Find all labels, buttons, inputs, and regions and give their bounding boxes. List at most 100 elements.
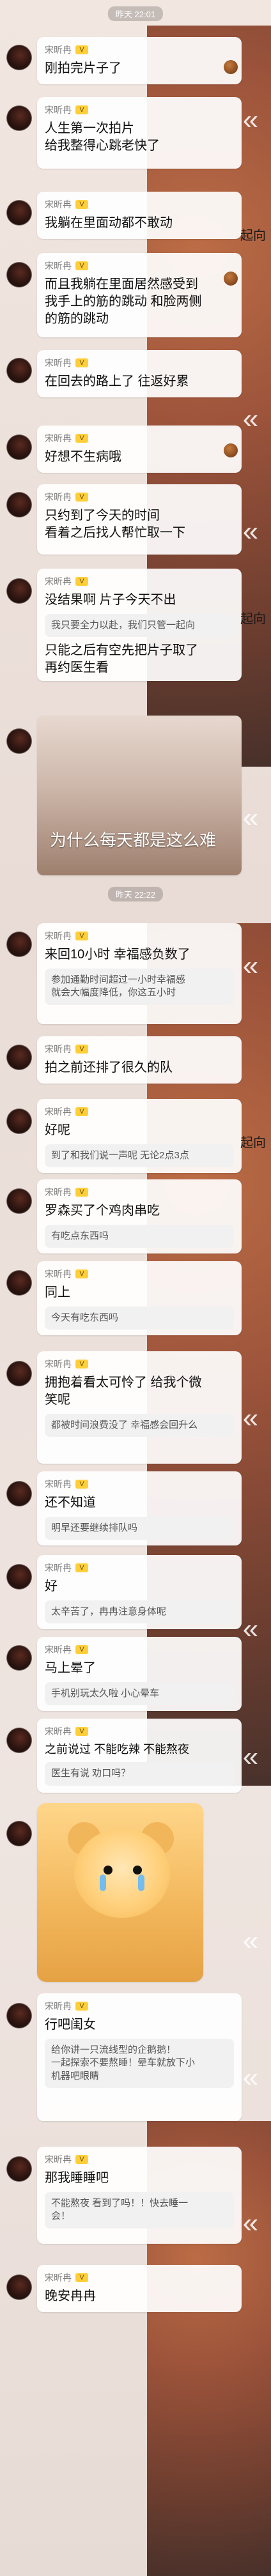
message-bubble[interactable]: 宋昕冉 V 那我睡睡吧 不能熬夜 看到了吗！！快去睡一 会！ [37,2147,242,2244]
message-bubble[interactable]: 宋昕冉 V 没结果啊 片子今天不出 我只要全力以赴，我们只管一起向 只能之后有空… [37,569,242,681]
avatar[interactable] [6,1108,32,1134]
avatar[interactable] [6,1045,32,1070]
message-text: 在回去的路上了 往返好累 [45,374,189,388]
avatar[interactable] [6,1564,32,1590]
avatar[interactable] [6,105,32,131]
message-bubble[interactable]: 宋昕冉 V 在回去的路上了 往返好累 [37,350,242,397]
quoted-reply[interactable]: 有吃点东西吗 [45,1225,234,1248]
sender-row: 宋昕冉 V [45,1043,234,1055]
avatar[interactable] [6,492,32,518]
sender-row: 宋昕冉 V [45,1358,234,1370]
message-bubble[interactable]: 宋昕冉 V 好呢 到了和我们说一声呢 无论2点3点 [37,1099,242,1173]
avatar[interactable] [6,1481,32,1506]
quoted-reply[interactable]: 参加通勤时间超过一小时幸福感 就会大幅度降低，你这五小时 [45,969,234,1005]
sender-name: 宋昕冉 [45,492,72,502]
sender-name: 宋昕冉 [45,1479,72,1489]
avatar[interactable] [6,358,32,383]
message-text: 晚安冉冉 [45,2289,96,2303]
sender-row: 宋昕冉 V [45,1186,234,1199]
avatar[interactable] [6,262,32,288]
quoted-reply[interactable]: 给你讲一只流线型的企鹅鹅！ 一起探索不要熬睡！晕车就放下小 机器吧眼睛 [45,2039,234,2088]
reply-button[interactable]: « [236,2209,265,2237]
avatar[interactable] [6,578,32,604]
level-badge: V [75,577,88,586]
message-text: 刚拍完片子了 [45,61,121,75]
avatar[interactable] [6,2003,32,2028]
avatar[interactable] [6,1361,32,1386]
image-caption: 为什么每天都是这么难 [50,831,217,850]
message-bubble[interactable]: 宋昕冉 V 拥抱着看太可怜了 给我个微 笑呢 都被时间浪费没了 幸福感会回升么 [37,1351,242,1464]
quoted-reply[interactable]: 医生有说 劝口吗？ [45,1762,234,1786]
sender-row: 宋昕冉 V [45,198,234,211]
sender-row: 宋昕冉 V [45,1105,234,1118]
avatar[interactable] [6,2274,32,2300]
reply-button[interactable]: « [236,804,265,832]
message-bubble[interactable]: 宋昕冉 V 行吧闺女 给你讲一只流线型的企鹅鹅！ 一起探索不要熬睡！晕车就放下小… [37,1993,242,2121]
message-bubble[interactable]: 宋昕冉 V 好 太辛苦了，冉冉注意身体呢 [37,1555,242,1629]
avatar[interactable] [6,1645,32,1671]
message-bubble[interactable]: 宋昕冉 V 罗森买了个鸡肉串吃 有吃点东西吗 [37,1179,242,1254]
sender-name: 宋昕冉 [45,433,72,443]
timestamp-pill-2: 昨天 22:22 [107,887,164,901]
sender-row: 宋昕冉 V [45,432,234,445]
message-bubble[interactable]: 宋昕冉 V 我躺在里面动都不敢动 [37,192,242,239]
message-bubble[interactable]: 宋昕冉 V 马上晕了 手机别玩太久啦 小心晕车 [37,1637,242,1711]
quoted-reply[interactable]: 都被时间浪费没了 幸福感会回升么 [45,1414,234,1438]
message-text: 人生第一次拍片 给我整得心跳老快了 [45,121,160,153]
message-bubble[interactable]: 宋昕冉 V 而且我躺在里面居然感受到 我手上的筋的跳动 和脸两侧 的筋的跳动 [37,253,242,337]
sender-row: 宋昕冉 V [45,356,234,369]
message-text: 之前说过 不能吃辣 不能熬夜 [45,1743,190,1756]
reply-button[interactable]: « [236,2064,265,2092]
message-bubble[interactable]: 宋昕冉 V 好想不生病哦 [37,425,242,473]
quoted-reply[interactable]: 手机别玩太久啦 小心晕车 [45,1682,234,1706]
message-text: 来回10小时 幸福感负数了 [45,947,190,962]
sender-row: 宋昕冉 V [45,103,234,116]
message-bubble[interactable]: 宋昕冉 V 还不知道 明早还要继续排队吗 [37,1471,242,1545]
sender-name: 宋昕冉 [45,1726,72,1736]
quoted-reply[interactable]: 我只要全力以赴，我们只管一起向 [45,614,234,638]
message-text: 好想不生病哦 [45,450,121,464]
message-text: 没结果啊 片子今天不出 [45,593,176,607]
message-bubble[interactable]: 宋昕冉 V 人生第一次拍片 给我整得心跳老快了 [37,97,242,169]
message-bubble[interactable]: 宋昕冉 V 刚拍完片子了 [37,37,242,84]
quoted-reply[interactable]: 太辛苦了，冉冉注意身体呢 [45,1600,234,1624]
message-bubble[interactable]: 宋昕冉 V 来回10小时 幸福感负数了 参加通勤时间超过一小时幸福感 就会大幅度… [37,923,242,1024]
message-bubble[interactable]: 宋昕冉 V 之前说过 不能吃辣 不能熬夜 医生有说 劝口吗？ [37,1719,242,1793]
avatar[interactable] [6,931,32,957]
avatar[interactable] [6,1821,32,1846]
reply-button[interactable]: « [236,518,265,546]
avatar[interactable] [6,728,32,754]
image-message[interactable]: 为什么每天都是这么难 [37,716,242,875]
reply-button[interactable]: « [236,106,265,134]
avatar[interactable] [6,1188,32,1214]
level-badge: V [75,1360,88,1368]
avatar[interactable] [6,434,32,460]
avatar[interactable] [6,1270,32,1296]
level-badge: V [75,1645,88,1654]
avatar[interactable] [6,200,32,226]
quoted-reply[interactable]: 到了和我们说一声呢 无论2点3点 [45,1144,234,1168]
reply-button[interactable]: « [236,1927,265,1955]
quoted-reply[interactable]: 明早还要继续排队吗 [45,1517,234,1540]
reply-button[interactable]: « [236,952,265,980]
quoted-reply[interactable]: 今天有吃东西吗 [45,1307,234,1330]
side-text: 起向 [240,229,266,243]
sender-name: 宋昕冉 [45,1107,72,1117]
avatar[interactable] [6,45,32,70]
avatar[interactable] [6,1728,32,1753]
avatar[interactable] [6,2156,32,2182]
message-bubble[interactable]: 宋昕冉 V 只约到了今天的时间 看着之后找人帮忙取一下 [37,484,242,555]
quoted-reply[interactable]: 不能熬夜 看到了吗！！快去睡一 会！ [45,2192,234,2228]
reply-button[interactable]: « [236,1743,265,1771]
sender-row: 宋昕冉 V [45,930,234,942]
sender-name: 宋昕冉 [45,1269,72,1279]
sender-name: 宋昕冉 [45,358,72,368]
reply-button[interactable]: « [236,1615,265,1643]
level-badge: V [75,358,88,367]
reply-button[interactable]: « [236,1404,265,1432]
level-badge: V [75,493,88,502]
message-bubble[interactable]: 宋昕冉 V 拍之前还排了很久的队 [37,1036,242,1084]
message-bubble[interactable]: 宋昕冉 V 晚安冉冉 [37,2265,242,2312]
message-bubble[interactable]: 宋昕冉 V 同上 今天有吃东西吗 [37,1261,242,1335]
sticker-image[interactable] [37,1803,203,1982]
